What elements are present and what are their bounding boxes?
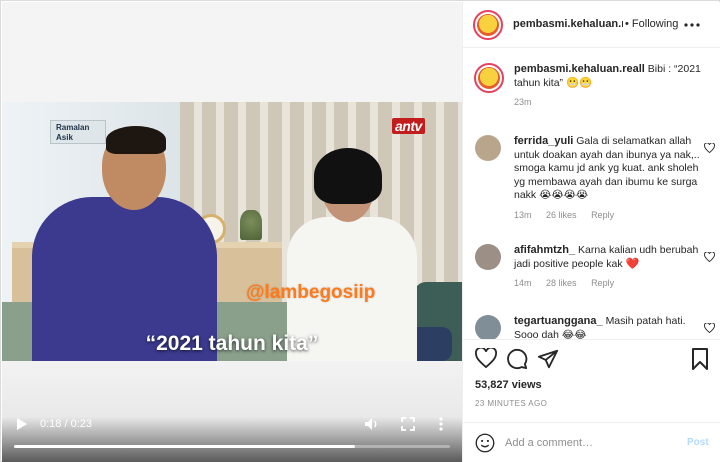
video-progress-fill — [14, 445, 356, 448]
account-name-link[interactable]: pembasmi.kehaluan.re — [513, 18, 623, 30]
comment-icon[interactable] — [506, 348, 528, 370]
woman-hair — [314, 148, 382, 204]
fullscreen-icon[interactable] — [401, 417, 415, 435]
watermark-text: @lambegosiip — [246, 282, 376, 303]
caption-username[interactable]: pembasmi.kehaluan.reall — [514, 63, 645, 75]
post-comment-button[interactable]: Post — [687, 437, 709, 448]
caption-meta: 23m — [514, 96, 704, 110]
comment-reply-button[interactable]: Reply — [591, 210, 614, 220]
video-frame: Ramalan Asik antv @lambegosiip “2021 tah… — [2, 102, 462, 361]
video-progress-bar[interactable] — [14, 445, 450, 448]
post-header: pembasmi.kehaluan.re • Following — [463, 2, 720, 48]
comment-like-icon[interactable] — [704, 142, 715, 156]
comment-emoji: ❤️ — [625, 257, 640, 270]
man-hair — [106, 126, 166, 154]
more-vertical-icon[interactable] — [438, 417, 444, 435]
comment-likes[interactable]: 28 likes — [546, 278, 577, 288]
post-action-bar — [463, 339, 720, 379]
bookmark-icon[interactable] — [691, 348, 713, 370]
commenter-avatar[interactable] — [475, 135, 501, 161]
comment-username[interactable]: ferrida_yuli — [514, 135, 573, 147]
commenter-avatar[interactable] — [475, 315, 501, 339]
channel-logo: antv — [392, 118, 425, 134]
instagram-post-window: Ramalan Asik antv @lambegosiip “2021 tah… — [0, 0, 720, 462]
add-comment-bar: Post — [463, 422, 720, 462]
comment-likes[interactable]: 26 likes — [546, 210, 577, 220]
comment-username[interactable]: afifahmtzh_ — [514, 244, 575, 256]
comments-list: pembasmi.kehaluan.reall Bibi : “2021 tah… — [463, 49, 720, 339]
heart-icon[interactable] — [475, 346, 497, 370]
comment-meta: 14m 28 likes Reply — [514, 277, 700, 291]
comment-like-icon[interactable] — [704, 322, 715, 336]
comment-emoji: 😂😂 — [561, 328, 587, 340]
following-label: Following — [631, 18, 679, 30]
studio-plant — [240, 210, 262, 240]
caption-time: 23m — [514, 97, 532, 107]
comment-emoji: 😭😭😭😭 — [539, 189, 589, 201]
comment-reply-button[interactable]: Reply — [591, 278, 614, 288]
share-icon[interactable] — [537, 348, 559, 370]
comment-input[interactable] — [505, 431, 675, 455]
comment-like-icon[interactable] — [704, 251, 715, 265]
comment-body: tegartuanggana_ Masih patah hati. Sooo d… — [514, 315, 700, 339]
comment-time: 14m — [514, 278, 532, 288]
post-timestamp[interactable]: 23 MINUTES AGO — [475, 399, 547, 408]
caption-avatar[interactable] — [474, 63, 504, 93]
comment-body: ferrida_yuli Gala di selamatkan allah un… — [514, 135, 700, 222]
following-status[interactable]: • Following — [625, 18, 678, 30]
video-player[interactable]: Ramalan Asik antv @lambegosiip “2021 tah… — [2, 2, 462, 462]
video-controls: 0:18 / 0:23 — [2, 408, 462, 448]
commenter-avatar[interactable] — [475, 244, 501, 270]
caption-body: pembasmi.kehaluan.reall Bibi : “2021 tah… — [514, 63, 704, 110]
post-side-panel: pembasmi.kehaluan.re • Following pembasm… — [462, 2, 720, 462]
time-display: 0:18 / 0:23 — [40, 418, 92, 430]
caption-emoji: 😬😬 — [565, 76, 593, 89]
comment-username[interactable]: tegartuanggana_ — [514, 315, 603, 327]
play-icon[interactable] — [16, 417, 28, 435]
emoji-icon[interactable] — [475, 433, 495, 453]
comment-body: afifahmtzh_ Karna kalian udh berubah jad… — [514, 244, 700, 291]
account-avatar[interactable] — [473, 10, 503, 40]
show-logo: Ramalan Asik — [50, 120, 106, 144]
comment-time: 13m — [514, 209, 532, 220]
video-letterbox-top — [2, 2, 462, 102]
video-subtitle: “2021 tahun kita” — [145, 332, 319, 355]
view-count[interactable]: 53,827 views — [475, 379, 542, 391]
comment-meta: 13m 26 likes Reply — [514, 209, 700, 223]
more-options-icon[interactable] — [684, 14, 700, 32]
separator-dot: • — [625, 18, 629, 30]
volume-icon[interactable] — [364, 417, 380, 435]
